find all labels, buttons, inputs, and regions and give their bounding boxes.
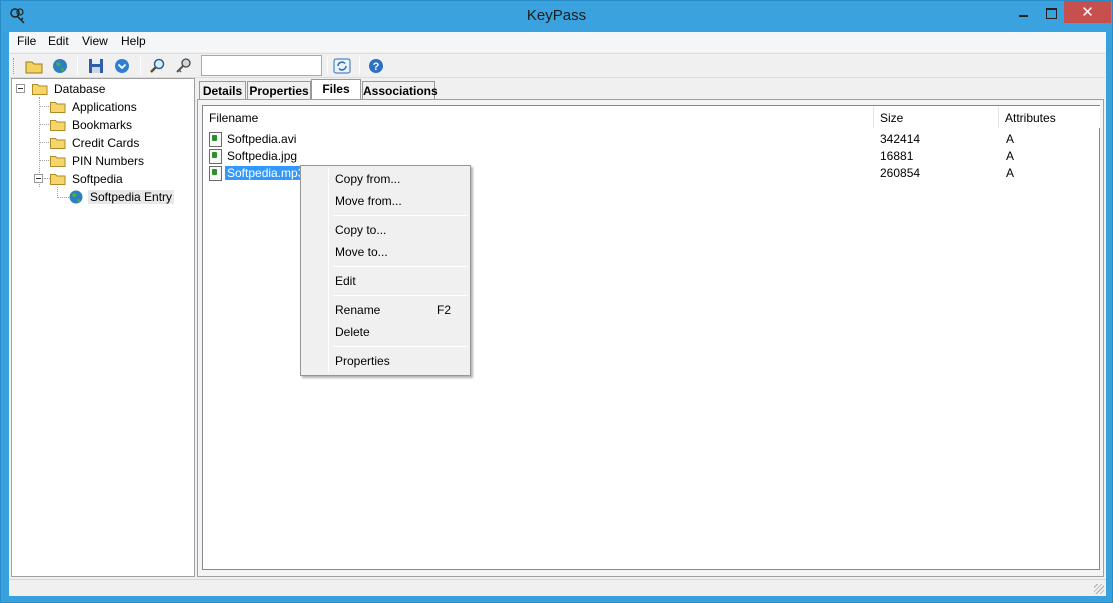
file-name: Softpedia.avi <box>227 132 297 146</box>
open-folder-icon[interactable] <box>24 57 44 75</box>
file-icon <box>209 149 222 164</box>
folder-open-icon <box>32 84 48 95</box>
menu-item-delete[interactable]: Delete <box>304 321 467 342</box>
menu-item-label: Copy to... <box>335 223 387 237</box>
file-icon <box>209 166 222 181</box>
file-row[interactable]: Softpedia.avi 342414 A <box>203 131 1099 148</box>
file-name: Softpedia.mp3 <box>225 166 307 180</box>
column-header-attributes[interactable]: Attributes <box>999 106 1100 128</box>
toolbar-separator <box>140 57 141 75</box>
menu-item-label: Delete <box>335 325 370 339</box>
tree-node-label: PIN Numbers <box>72 154 145 168</box>
folder-icon <box>50 102 66 113</box>
file-row[interactable]: Softpedia.jpg 16881 A <box>203 148 1099 165</box>
menu-item-properties[interactable]: Properties <box>304 350 467 371</box>
folder-icon <box>50 156 66 167</box>
file-attributes: A <box>1006 166 1015 180</box>
maximize-button[interactable] <box>1035 1 1065 23</box>
tree-node-label: Bookmarks <box>72 118 133 132</box>
menu-view[interactable]: View <box>79 34 111 48</box>
menu-item-label: Copy from... <box>335 172 401 186</box>
file-size: 342414 <box>880 132 921 146</box>
close-icon: ✕ <box>1081 4 1094 21</box>
menu-item-label: Properties <box>335 354 390 368</box>
tree-line <box>39 142 49 143</box>
tree-node-label: Database <box>54 82 106 96</box>
menu-item-copy-from[interactable]: Copy from... <box>304 168 467 189</box>
menu-separator <box>333 295 468 296</box>
toolbar-separator <box>77 57 78 75</box>
file-attributes: A <box>1006 149 1015 163</box>
column-header-size[interactable]: Size <box>874 106 999 128</box>
save-icon[interactable] <box>86 57 106 75</box>
refresh-icon[interactable] <box>332 57 352 75</box>
menu-separator <box>333 266 468 267</box>
column-header-filename[interactable]: Filename <box>203 106 874 128</box>
toolbar-separator <box>327 57 328 75</box>
tree-line <box>39 160 49 161</box>
file-name: Softpedia.jpg <box>227 149 298 163</box>
tree-node-label: Softpedia <box>72 172 123 186</box>
menu-item-label: Rename <box>335 303 381 317</box>
tab-files[interactable]: Files <box>311 79 361 101</box>
menu-item-move-from[interactable]: Move from... <box>304 190 467 211</box>
folder-open-icon <box>50 174 66 185</box>
menu-item-rename[interactable]: Rename F2 <box>304 299 467 320</box>
globe-icon <box>69 190 83 204</box>
window-title: KeyPass <box>526 7 587 24</box>
menu-item-label: Move to... <box>335 245 388 259</box>
menu-item-label: Move from... <box>335 194 402 208</box>
menu-item-move-to[interactable]: Move to... <box>304 241 467 262</box>
close-button[interactable]: ✕ <box>1064 1 1111 23</box>
client-area: File Edit View Help ? Database Applicati… <box>9 32 1106 596</box>
menu-edit[interactable]: Edit <box>45 34 72 48</box>
menu-item-edit[interactable]: Edit <box>304 270 467 291</box>
tree-node-label: Credit Cards <box>72 136 140 150</box>
tree-node-label: Softpedia Entry <box>88 190 175 204</box>
resize-grip[interactable] <box>1094 584 1104 594</box>
menu-bar: File Edit View Help <box>9 32 1106 52</box>
file-size: 16881 <box>880 149 914 163</box>
svg-text:?: ? <box>373 61 380 73</box>
tab-associations[interactable]: Associations <box>362 81 438 100</box>
tab-details[interactable]: Details <box>199 81 246 100</box>
status-bar <box>9 579 1106 596</box>
file-icon <box>209 132 222 147</box>
menu-separator <box>333 215 468 216</box>
menu-item-shortcut: F2 <box>437 303 452 317</box>
toolbar: ? <box>10 53 1105 78</box>
help-icon[interactable]: ? <box>366 57 386 75</box>
dropdown-icon[interactable] <box>112 57 132 75</box>
globe-icon[interactable] <box>50 57 70 75</box>
minimize-button[interactable] <box>1008 1 1038 23</box>
menu-item-copy-to[interactable]: Copy to... <box>304 219 467 240</box>
folder-icon <box>50 138 66 149</box>
menu-item-label: Edit <box>335 274 356 288</box>
menu-help[interactable]: Help <box>118 34 149 48</box>
tree-collapse-toggle[interactable] <box>16 84 25 93</box>
folder-icon <box>50 120 66 131</box>
file-size: 260854 <box>880 166 921 180</box>
menu-separator <box>333 346 468 347</box>
tree-line <box>39 106 49 107</box>
menu-file[interactable]: File <box>14 34 39 48</box>
title-bar[interactable]: KeyPass ✕ <box>1 1 1112 32</box>
database-tree[interactable]: Database Applications Bookmarks Credit C… <box>11 78 195 577</box>
search-icon[interactable] <box>148 57 168 75</box>
context-menu: Copy from... Move from... Copy to... Mov… <box>300 165 471 376</box>
tree-collapse-toggle[interactable] <box>34 174 43 183</box>
file-attributes: A <box>1006 132 1015 146</box>
toolbar-separator <box>359 57 360 75</box>
toolbar-grip[interactable] <box>13 58 16 74</box>
tree-node-label: Applications <box>72 100 137 114</box>
find-key-icon[interactable] <box>174 57 194 75</box>
search-input[interactable] <box>201 55 322 76</box>
tab-properties[interactable]: Properties <box>247 81 311 100</box>
tree-line <box>39 124 49 125</box>
app-window: KeyPass ✕ File Edit View Help ? Database… <box>0 0 1113 603</box>
